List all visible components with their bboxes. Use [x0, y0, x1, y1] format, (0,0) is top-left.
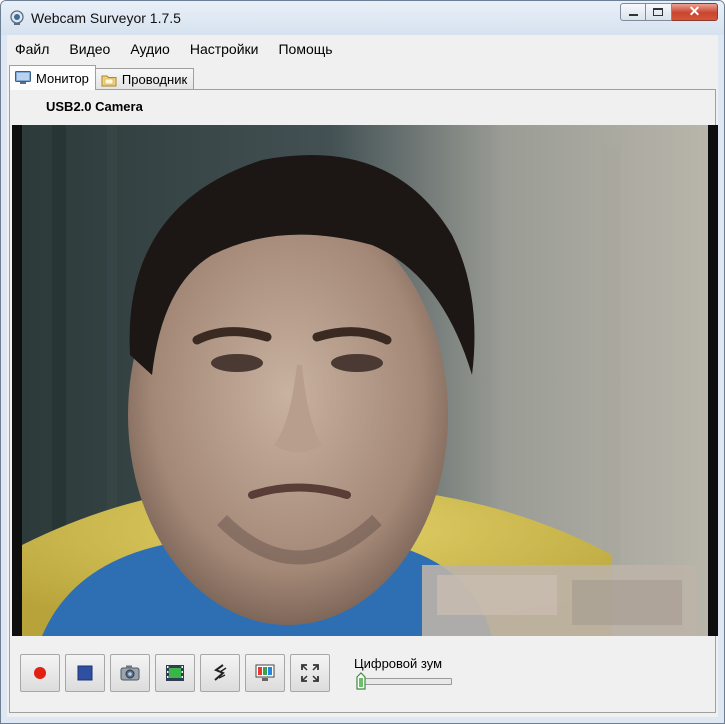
tab-monitor[interactable]: Монитор — [9, 65, 96, 90]
monitor-panel: USB2.0 Camera Цифровой зум — [9, 89, 718, 713]
webcam-app-icon — [10, 10, 24, 25]
digital-zoom: Цифровой зум — [354, 656, 474, 696]
film-icon — [166, 665, 184, 681]
fullscreen-button[interactable] — [290, 654, 330, 692]
video-preview[interactable] — [12, 125, 718, 636]
menu-bar: Файл Видео Аудио Настройки Помощь — [7, 35, 718, 63]
zoom-label: Цифровой зум — [354, 656, 443, 671]
client-area: Файл Видео Аудио Настройки Помощь Монито… — [7, 35, 718, 717]
camera-icon — [120, 665, 140, 681]
zoom-slider-thumb[interactable] — [356, 672, 366, 690]
window-controls: ✕ — [620, 3, 718, 23]
close-icon: ✕ — [688, 3, 701, 19]
close-button[interactable]: ✕ — [672, 3, 718, 21]
video-frame — [12, 125, 718, 636]
stop-icon — [77, 665, 93, 681]
menu-video[interactable]: Видео — [59, 38, 120, 60]
minimize-button[interactable] — [620, 3, 646, 21]
tab-explorer[interactable]: Проводник — [94, 68, 195, 90]
stop-button[interactable] — [65, 654, 105, 692]
tab-explorer-label: Проводник — [121, 72, 188, 87]
menu-audio[interactable]: Аудио — [120, 38, 180, 60]
menu-file[interactable]: Файл — [7, 38, 59, 60]
monitor-icon — [15, 71, 31, 84]
app-window: Webcam Surveyor 1.7.5 ✕ Файл Видео Аудио… — [0, 0, 725, 724]
title-bar[interactable]: Webcam Surveyor 1.7.5 ✕ — [1, 1, 724, 35]
record-icon — [34, 667, 46, 679]
screen-icon — [255, 664, 275, 681]
maximize-button[interactable] — [646, 3, 672, 21]
window-title: Webcam Surveyor 1.7.5 — [31, 10, 181, 26]
folder-icon — [101, 75, 117, 86]
camera-name: USB2.0 Camera — [46, 99, 143, 114]
fullscreen-icon — [301, 664, 319, 682]
snapshot-button[interactable] — [110, 654, 150, 692]
zoom-slider-track[interactable] — [358, 678, 452, 685]
control-toolbar — [20, 654, 330, 694]
tab-monitor-label: Монитор — [36, 70, 89, 86]
maximize-icon — [653, 8, 663, 16]
broadcast-button[interactable] — [245, 654, 285, 692]
video-capture-button[interactable] — [155, 654, 195, 692]
motion-icon — [213, 664, 227, 681]
motion-detector-button[interactable] — [200, 654, 240, 692]
record-button[interactable] — [20, 654, 60, 692]
menu-settings[interactable]: Настройки — [180, 38, 269, 60]
tab-strip: Монитор Проводник — [9, 64, 195, 90]
menu-help[interactable]: Помощь — [268, 38, 342, 60]
minimize-icon — [629, 14, 638, 16]
